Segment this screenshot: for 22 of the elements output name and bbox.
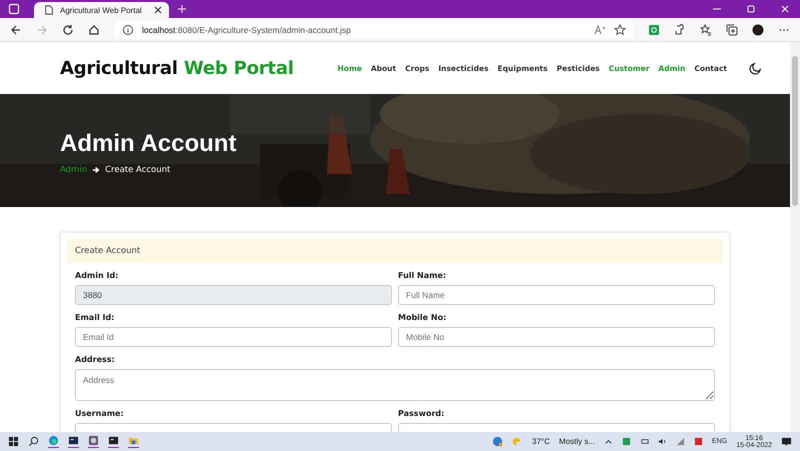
- field-label: Address:: [75, 355, 116, 364]
- address-field[interactable]: Address: [75, 369, 715, 401]
- browser-tab[interactable]: Agricultural Web Portal: [34, 2, 169, 18]
- breadcrumb-link[interactable]: Admin: [60, 165, 88, 175]
- site-logo[interactable]: Agricultural Web Portal: [60, 58, 294, 78]
- field-label: Password:: [398, 409, 446, 418]
- temperature[interactable]: 37°C: [532, 437, 550, 446]
- url-text: localhost:8080/E-Agriculture-System/admin-account.jsp: [142, 24, 351, 34]
- field-label: Admin Id:: [75, 271, 120, 280]
- input-field[interactable]: Mobile No: [398, 327, 715, 347]
- input-field[interactable]: Full Name: [398, 285, 715, 305]
- field-label: Username:: [75, 409, 125, 418]
- address-bar[interactable]: localhost:8080/E-Agriculture-System/admin-account.jsp: [114, 20, 634, 38]
- tab-title: Agricultural Web Portal: [60, 6, 143, 14]
- field-label: Email Id:: [75, 313, 116, 322]
- field-label: Mobile No:: [398, 313, 448, 322]
- weather-text[interactable]: Mostly s...: [559, 437, 596, 446]
- input-field[interactable]: Email Id: [75, 327, 392, 347]
- card-header: Create Account: [67, 239, 723, 263]
- breadcrumb-current: Create Account: [105, 165, 170, 175]
- page-title: Admin Account: [60, 130, 236, 158]
- field-label: Full Name:: [398, 271, 448, 280]
